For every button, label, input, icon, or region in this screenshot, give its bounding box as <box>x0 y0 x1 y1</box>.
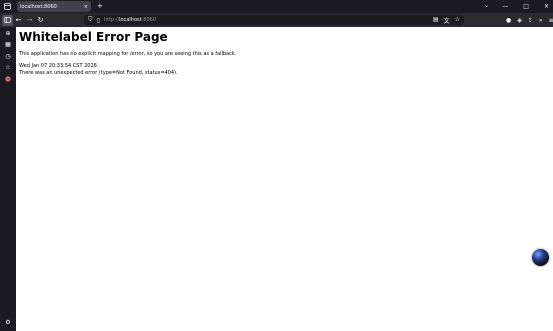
bookmarks-icon[interactable]: ☆ <box>5 65 11 71</box>
url-actions: ▤ 文 ☆ <box>433 16 460 25</box>
menu-icon[interactable]: ≡ <box>549 17 553 24</box>
url-bar[interactable]: ⛉ ▯ http:// localhost :8060 ▤ 文 ☆ <box>84 15 464 25</box>
tab-bar: localhost:8060 × + ⌄ — □ × <box>0 0 553 13</box>
tab-title: localhost:8060 <box>20 3 57 10</box>
firefox-icon[interactable] <box>5 76 11 82</box>
shield-extension-icon[interactable]: ◈ <box>517 17 522 24</box>
url-prefix: http:// <box>103 17 120 23</box>
tab-localhost[interactable]: localhost:8060 × <box>17 1 91 12</box>
tab-overview-icon[interactable] <box>0 0 15 13</box>
error-timestamp: Wed Jan 07 20:33:54 CST 2026 <box>19 63 97 69</box>
tab-close-icon[interactable]: × <box>84 4 88 10</box>
minimize-icon[interactable]: — <box>502 3 508 10</box>
reader-view-icon[interactable]: ▤ <box>433 16 439 25</box>
reload-icon[interactable]: ↻ <box>35 15 46 26</box>
sidebar-toggle-icon[interactable] <box>2 14 13 26</box>
history-icon[interactable]: ◷ <box>5 54 11 60</box>
window-controls: — □ × <box>502 0 549 13</box>
back-icon[interactable]: ← <box>13 15 24 26</box>
toolbar-right: ● ◈ ⇪ » ≡ <box>506 13 553 27</box>
extensions-icon[interactable]: ⊕ <box>5 31 11 37</box>
floating-assistant-orb-icon[interactable] <box>532 249 549 266</box>
url-port: :8060 <box>141 17 157 23</box>
error-message: This application has no explicit mapping… <box>19 51 237 57</box>
sidebar: ⊕ ▦ ◷ ☆ ⚙ <box>0 27 16 331</box>
bookmark-star-icon[interactable]: ☆ <box>455 16 460 25</box>
share-icon[interactable]: ⇪ <box>528 17 533 24</box>
forward-icon[interactable]: → <box>24 15 35 26</box>
settings-icon[interactable]: ⚙ <box>5 320 11 326</box>
page-info-icon[interactable]: ▯ <box>97 17 100 24</box>
tab-groups-icon[interactable]: ▦ <box>5 42 11 48</box>
account-icon[interactable]: ● <box>506 17 511 24</box>
url-host: localhost <box>119 17 142 23</box>
page-title: Whitelabel Error Page <box>19 30 168 44</box>
overflow-icon[interactable]: » <box>539 17 543 24</box>
close-window-icon[interactable]: × <box>544 3 549 10</box>
list-tabs-icon[interactable]: ⌄ <box>484 2 489 9</box>
translate-icon[interactable]: 文 <box>444 16 450 25</box>
error-details: There was an unexpected error (type=Not … <box>19 70 178 76</box>
shield-icon[interactable]: ⛉ <box>88 16 93 24</box>
new-tab-button[interactable]: + <box>97 3 103 10</box>
page-content: Whitelabel Error Page This application h… <box>16 27 553 331</box>
maximize-icon[interactable]: □ <box>523 3 529 10</box>
